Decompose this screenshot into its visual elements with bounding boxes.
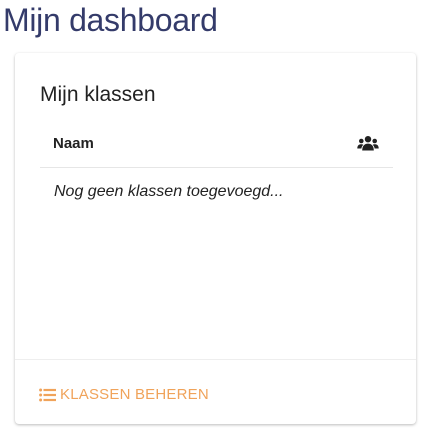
empty-classes-message: Nog geen klassen toegevoegd...	[54, 183, 284, 200]
manage-classes-label: KLASSEN BEHEREN	[60, 386, 209, 403]
users-icon	[357, 136, 379, 151]
card-title: Mijn klassen	[40, 83, 156, 106]
page-title: Mijn dashboard	[3, 2, 218, 38]
column-header-naam: Naam	[53, 135, 94, 152]
classes-card: Mijn klassen Naam Nog geen klassen toege…	[15, 53, 416, 424]
list-icon	[39, 388, 56, 401]
card-footer: KLASSEN BEHEREN	[15, 359, 416, 425]
table-header: Naam	[40, 127, 393, 168]
manage-classes-button[interactable]: KLASSEN BEHEREN	[39, 386, 209, 403]
